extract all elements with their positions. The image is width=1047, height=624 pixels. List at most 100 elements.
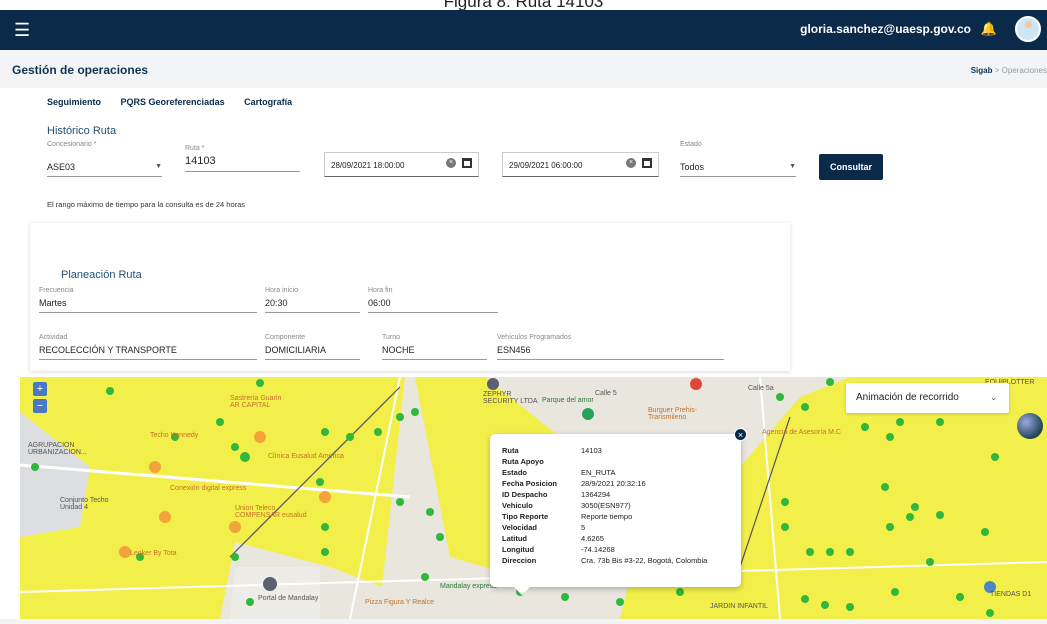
map-label-pizza: Pizza Figura Y Realce [365, 599, 434, 606]
fecha-inicio-picker[interactable]: 28/09/2021 18:00:00 × [324, 152, 479, 177]
map-label-portal: Portal de Mandalay [258, 595, 319, 602]
fecha-fin-picker[interactable]: 29/09/2021 06:00:00 × [502, 152, 659, 177]
popup-value: Cra. 73b Bis #3-22, Bogotá, Colombia [581, 556, 708, 565]
breadcrumb-current: Operaciones [1001, 66, 1047, 75]
popup-row: Longitud -74.14268 [502, 545, 707, 556]
map-label-tiendas: TIENDAS D1 [990, 591, 1032, 598]
section-title: Histórico Ruta [47, 125, 117, 137]
tab-pqrs-georeferenciadas[interactable]: PQRS Georeferenciadas [121, 97, 225, 107]
actividad-value: RECOLECCIÓN Y TRANSPORTE [39, 345, 177, 355]
zoom-out-button[interactable]: − [33, 399, 47, 413]
popup-row: Estado EN_RUTA [502, 468, 707, 479]
actividad-label: Actividad [39, 334, 68, 341]
zoom-in-button[interactable]: + [33, 382, 47, 396]
vehiculos-label: Vehículos Programados [497, 334, 572, 341]
ruta-label: Ruta * [185, 145, 205, 152]
map-label-union: Union Teleco COMPENSAR eusalud [235, 505, 307, 519]
map-label-zephyr: ZEPHYR SECURITY LTDA [483, 391, 538, 405]
ruta-value: 14103 [185, 155, 216, 167]
turno-label: Turno [382, 334, 401, 341]
chevron-down-icon: ▼ [155, 163, 162, 170]
avatar[interactable] [1015, 16, 1041, 42]
page-title: Gestión de operaciones [12, 63, 149, 77]
popup-key: Latitud [502, 534, 527, 543]
fecha-inicio-value: 28/09/2021 18:00:00 [331, 161, 405, 170]
popup-key: Vehiculo [502, 501, 533, 510]
page-header: Gestión de operaciones Sigab > Operacion… [0, 50, 1047, 88]
map-label-calle-5: Calle 5 [595, 390, 617, 397]
user-email[interactable]: gloria.sanchez@uaesp.gov.co [800, 22, 971, 36]
popup-key: Velocidad [502, 523, 538, 532]
concesionario-value: ASE03 [47, 162, 76, 172]
animacion-label: Animación de recorrido [856, 392, 959, 403]
map-label-agrupacion: AGRUPACION URBANIZACION... [28, 442, 87, 456]
clear-icon[interactable]: × [446, 158, 456, 168]
turno-value: NOCHE [382, 345, 415, 355]
vehiculos-value: ESN456 [497, 345, 531, 355]
fecha-fin-value: 29/09/2021 06:00:00 [509, 161, 583, 170]
hora-inicio-value: 20:30 [265, 298, 288, 308]
map-label-techo-kennedy: Techo Kennedy [150, 432, 199, 439]
popup-key: Direccion [502, 556, 537, 565]
popup-pointer [514, 587, 530, 595]
map-label-conjunto: Conjunto Techo Unidad 4 [60, 497, 109, 511]
popup-key: Longitud [502, 545, 535, 554]
popup-key: Estado [502, 468, 528, 477]
consultar-button[interactable]: Consultar [819, 154, 883, 180]
popup-key: ID Despacho [502, 490, 548, 499]
map-label-sastreria: Sastrería Guarin AR CAPITAL [230, 395, 282, 409]
close-icon[interactable]: × [734, 428, 747, 441]
popup-row: Ruta Apoyo [502, 457, 707, 468]
tab-bar: Seguimiento PQRS Georeferenciadas Cartog… [47, 97, 309, 107]
bell-icon[interactable]: 🔔 [981, 21, 997, 37]
hora-inicio-field: Hora inicio 20:30 [265, 287, 360, 313]
estado-select[interactable]: Estado Todos ▼ [680, 141, 796, 177]
ruta-input[interactable]: Ruta * 14103 [185, 145, 300, 172]
estado-value: Todos [680, 162, 705, 172]
map-label-conexion: Conexión digital express [170, 485, 247, 492]
calendar-icon[interactable] [642, 158, 652, 168]
breadcrumb-separator: > [994, 66, 1000, 75]
popup-row: ID Despacho 1364294 [502, 490, 707, 501]
popup-value: -74.14268 [581, 545, 615, 554]
route-map[interactable]: AGRUPACION URBANIZACION... Techo Kennedy… [20, 377, 1047, 619]
vehicle-info-table: Ruta 14103 Ruta Apoyo Estado EN_RUTA Fecha Po… [502, 446, 707, 567]
calendar-icon[interactable] [462, 158, 472, 168]
popup-row: Fecha Posicion 28/9/2021 20:32:16 [502, 479, 707, 490]
popup-row: Vehiculo 3050(ESN977) [502, 501, 707, 512]
concesionario-select[interactable]: Concesionario * ASE03 ▼ [47, 141, 162, 177]
popup-row: Tipo Reporte Reporte tiempo [502, 512, 707, 523]
actividad-field: Actividad RECOLECCIÓN Y TRANSPORTE [39, 334, 257, 360]
map-label-calle-5a: Calle 5a [748, 385, 774, 392]
clear-icon[interactable]: × [626, 158, 636, 168]
concesionario-label: Concesionario * [47, 141, 97, 148]
vehicle-info-popup: × Ruta 14103 Ruta Apoyo Estado EN_RUTA Fecha … [490, 428, 747, 595]
map-label-leoker: Leoker By Tota [130, 550, 177, 557]
frecuencia-label: Frecuencia [39, 287, 74, 294]
planeacion-title: Planeación Ruta [61, 269, 142, 281]
popup-value: 28/9/2021 20:32:16 [581, 479, 646, 488]
breadcrumb-root[interactable]: Sigab [971, 66, 993, 75]
tab-cartografia[interactable]: Cartografía [244, 97, 292, 107]
breadcrumb: Sigab > Operaciones [971, 66, 1047, 75]
map-label-jardin: JARDIN INFANTIL [710, 603, 768, 610]
popup-value [581, 457, 707, 468]
turno-field: Turno NOCHE [382, 334, 487, 360]
popup-key: Fecha Posicion [502, 479, 558, 488]
popup-key: Ruta Apoyo [502, 457, 544, 466]
popup-value: 3050(ESN977) [581, 501, 631, 510]
globe-icon[interactable] [1017, 413, 1043, 439]
chevron-down-icon: ⌄ [990, 393, 997, 402]
vehiculos-field: Vehículos Programados ESN456 [497, 334, 724, 360]
hamburger-menu-icon[interactable]: ☰ [14, 20, 30, 41]
animacion-recorrido-select[interactable]: Animación de recorrido ⌄ [846, 383, 1009, 413]
componente-label: Componente [265, 334, 306, 341]
tab-seguimiento[interactable]: Seguimiento [47, 97, 101, 107]
popup-row: Velocidad 5 [502, 523, 707, 534]
figure-caption: Figura 8. Ruta 14103 [0, 0, 1047, 10]
popup-key: Ruta [502, 446, 519, 455]
popup-row: Ruta 14103 [502, 446, 707, 457]
hora-fin-value: 06:00 [368, 298, 391, 308]
hora-inicio-label: Hora inicio [265, 287, 299, 294]
chevron-down-icon: ▼ [789, 163, 796, 170]
